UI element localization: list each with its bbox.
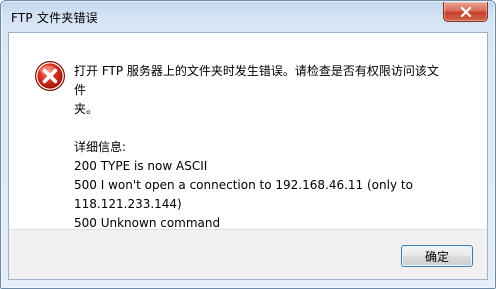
error-message: 打开 FTP 服务器上的文件夹时发生错误。请检查是否有权限访问该文件 夹。 详细…	[74, 62, 444, 233]
details-line: 200 TYPE is now ASCII	[74, 159, 208, 173]
error-icon	[35, 61, 65, 91]
details-heading: 详细信息:	[74, 140, 127, 154]
message-area: 打开 FTP 服务器上的文件夹时发生错误。请检查是否有权限访问该文件 夹。 详细…	[9, 33, 487, 230]
close-icon	[460, 6, 471, 17]
message-line-2: 夹。	[74, 102, 99, 116]
window-title: FTP 文件夹错误	[11, 11, 98, 25]
dialog-window: FTP 文件夹错误 打开 FTP 服务器上的文件夹时发生错误。请检查是否有权限访…	[0, 0, 496, 289]
close-button[interactable]	[443, 2, 488, 22]
button-bar: 确定	[9, 229, 487, 279]
ok-button[interactable]: 确定	[401, 245, 473, 267]
dialog-body: 打开 FTP 服务器上的文件夹时发生错误。请检查是否有权限访问该文件 夹。 详细…	[8, 32, 488, 280]
details-line: 500 I won't open a connection to 192.168…	[74, 178, 413, 192]
details-line: 118.121.233.144)	[74, 197, 182, 211]
message-line-1: 打开 FTP 服务器上的文件夹时发生错误。请检查是否有权限访问该文件	[74, 64, 439, 97]
title-bar[interactable]: FTP 文件夹错误	[1, 1, 495, 32]
